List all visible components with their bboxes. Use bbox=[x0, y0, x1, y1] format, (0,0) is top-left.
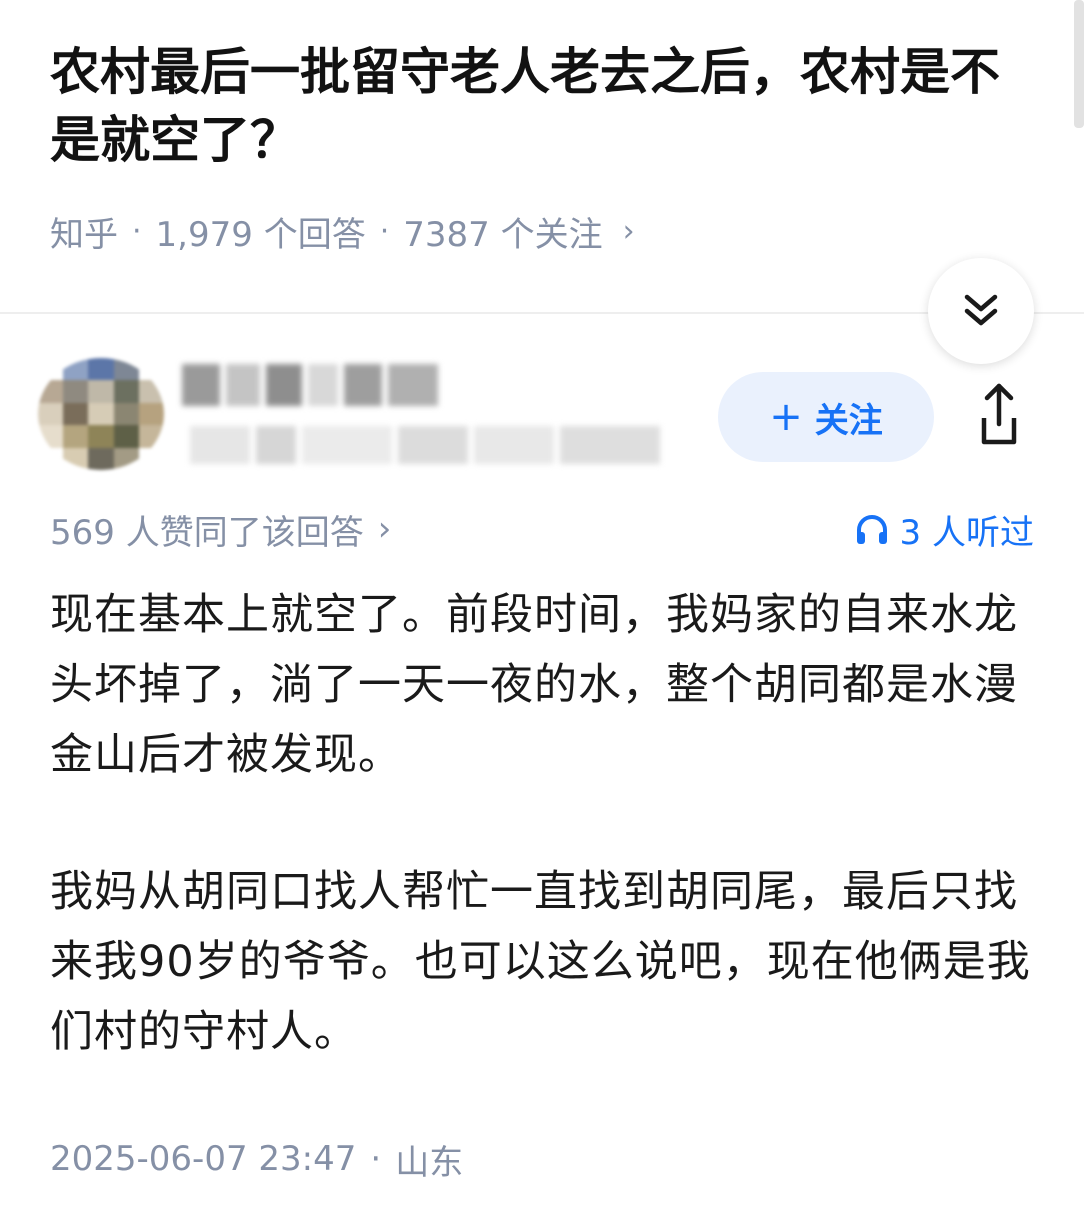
source-label: 知乎 bbox=[50, 214, 118, 255]
author-bio-blurred bbox=[190, 426, 660, 464]
separator-dot: · bbox=[379, 213, 390, 249]
follow-button[interactable]: + 关注 bbox=[718, 372, 934, 462]
share-button[interactable] bbox=[964, 378, 1034, 448]
answer-paragraph: 现在基本上就空了。前段时间，我妈家的自来水龙头坏掉了，淌了一天一夜的水，整个胡同… bbox=[50, 590, 1018, 780]
chevron-right-icon: › bbox=[622, 213, 635, 249]
separator-dot: · bbox=[132, 213, 142, 249]
vote-info[interactable]: 569 人赞同了该回答 › bbox=[50, 504, 391, 554]
followers-count: 7387 个关注 bbox=[403, 214, 603, 255]
answer-time: 2025-06-07 23:47 bbox=[50, 1139, 357, 1179]
plus-icon: + bbox=[769, 394, 803, 440]
question-meta[interactable]: 知乎 · 1,979 个回答 · 7387 个关注 › bbox=[50, 206, 635, 256]
answer-paragraph: 我妈从胡同口找人帮忙一直找到胡同尾，最后只找来我90岁的爷爷。也可以这么说吧，现… bbox=[50, 867, 1031, 1057]
listen-text: 3 人听过 bbox=[899, 512, 1034, 553]
avatar[interactable] bbox=[38, 358, 164, 470]
separator-dot: · bbox=[370, 1139, 382, 1179]
collapse-button[interactable] bbox=[928, 258, 1034, 364]
headphones-icon bbox=[856, 515, 887, 544]
answer-location: 山东 bbox=[395, 1142, 464, 1183]
listen-info[interactable]: 3 人听过 bbox=[854, 504, 1034, 554]
question-title[interactable]: 农村最后一批留守老人老去之后，农村是不是就空了？ bbox=[50, 38, 1040, 174]
answers-count: 1,979 个回答 bbox=[155, 214, 366, 255]
follow-label: 关注 bbox=[814, 400, 883, 441]
chevron-double-down-icon bbox=[964, 294, 998, 326]
author-name-blurred[interactable] bbox=[182, 364, 438, 406]
votes-text: 569 人赞同了该回答 bbox=[50, 512, 364, 553]
chevron-right-icon: › bbox=[377, 509, 392, 549]
answer-timestamp: 2025-06-07 23:47 · 山东 bbox=[50, 1134, 463, 1184]
answer-body[interactable]: 现在基本上就空了。前段时间，我妈家的自来水龙头坏掉了，淌了一天一夜的水，整个胡同… bbox=[50, 580, 1042, 1134]
share-icon bbox=[981, 383, 1017, 445]
scrollbar-thumb[interactable] bbox=[1074, 0, 1084, 128]
divider bbox=[0, 312, 1084, 314]
